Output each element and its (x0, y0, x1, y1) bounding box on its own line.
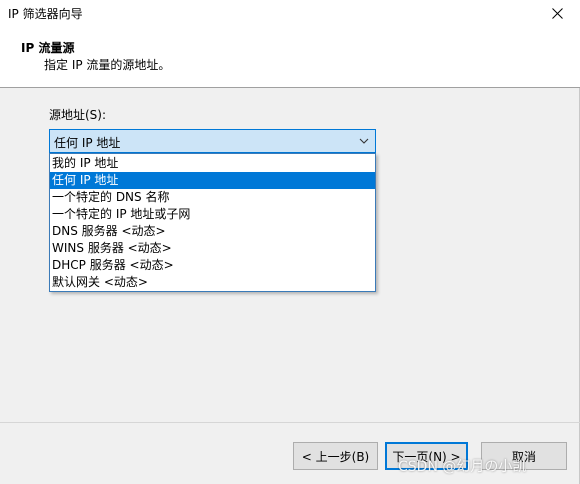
option-specific-ip-or-subnet[interactable]: 一个特定的 IP 地址或子网 (50, 206, 375, 223)
back-button[interactable]: < 上一步(B) (293, 442, 378, 470)
option-dhcp-server[interactable]: DHCP 服务器 <动态> (50, 257, 375, 274)
combobox-selected-value: 任何 IP 地址 (54, 136, 121, 150)
title-bar: IP 筛选器向导 (0, 0, 580, 26)
close-icon (551, 7, 563, 19)
close-button[interactable] (534, 0, 580, 26)
source-address-dropdown-list: 我的 IP 地址 任何 IP 地址 一个特定的 DNS 名称 一个特定的 IP … (49, 153, 376, 292)
option-dns-servers[interactable]: DNS 服务器 <动态> (50, 223, 375, 240)
wizard-header: IP 流量源 指定 IP 流量的源地址。 (0, 26, 580, 88)
option-wins-servers[interactable]: WINS 服务器 <动态> (50, 240, 375, 257)
option-my-ip-address[interactable]: 我的 IP 地址 (50, 155, 375, 172)
ip-filter-wizard-window: IP 筛选器向导 IP 流量源 指定 IP 流量的源地址。 源地址(S): 任何… (0, 0, 580, 484)
source-address-combobox[interactable]: 任何 IP 地址 (49, 129, 376, 153)
option-any-ip-address[interactable]: 任何 IP 地址 (50, 172, 375, 189)
option-default-gateway[interactable]: 默认网关 <动态> (50, 274, 375, 291)
page-title: IP 流量源 (21, 41, 75, 55)
chevron-down-icon (359, 138, 369, 144)
window-title: IP 筛选器向导 (8, 7, 83, 21)
source-address-label: 源地址(S): (49, 108, 107, 122)
page-subtitle: 指定 IP 流量的源地址。 (44, 58, 171, 72)
next-button[interactable]: 下一页(N) > (385, 442, 468, 470)
cancel-button[interactable]: 取消 (481, 442, 567, 470)
footer-divider (0, 422, 580, 423)
option-specific-dns-name[interactable]: 一个特定的 DNS 名称 (50, 189, 375, 206)
